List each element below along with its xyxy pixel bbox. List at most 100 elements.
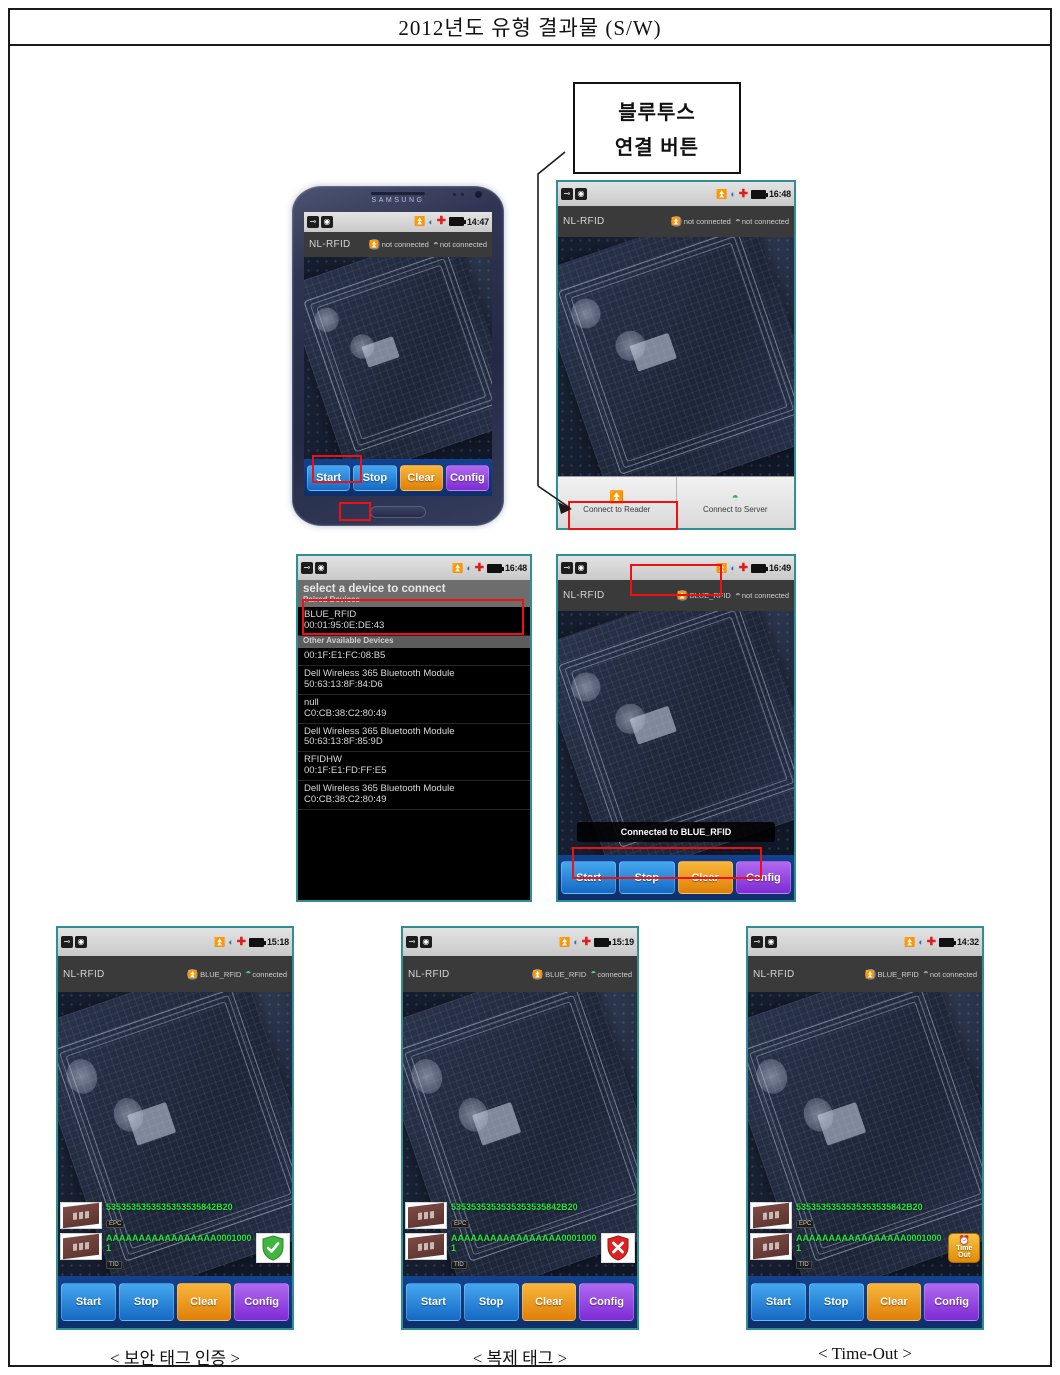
list-item-paired-device[interactable]: BLUE_RFID 00:01:95:0E:DE:43	[298, 607, 530, 636]
app-screen-connected: ⊸ ◉ ⏫ ◐ ✚ 16:49 NL-RFID ⏫ BLUE_RFID ◓ no…	[556, 554, 796, 902]
screenshot-result-secure: ⊸ ◉ ⏫ ◐ ✚ 15:18 NL-RFID ⏫ BLUE_RFID ◓ co…	[56, 926, 294, 1330]
action-button-row: Start Stop Clear Config	[58, 1276, 292, 1328]
app-bar: NL-RFID ⏫ BLUE_RFID ◓ connected	[58, 956, 292, 992]
app-connection-status: ⏫ BLUE_RFID ◓ connected	[187, 968, 287, 980]
wifi-status-badge: ◓ not connected	[735, 216, 789, 227]
callout-line-2: 연결 버튼	[614, 137, 700, 159]
config-button[interactable]: Config	[234, 1282, 289, 1322]
status-bar-clock: 14:32	[956, 937, 979, 947]
phone-screen-main: ⊸ ◉ ⏫ ◐ ✚ 14:47 NL-RFID ⏫ not connected …	[304, 212, 492, 496]
tag-id-type: EPC	[451, 1219, 470, 1228]
device-name: null	[304, 696, 319, 708]
bluetooth-status-badge: ⏫ not connected	[670, 216, 731, 228]
start-button[interactable]: Start	[751, 1282, 806, 1322]
wifi-status-badge: ◓ not connected	[433, 239, 487, 250]
callout-bluetooth-connect-button: 블루투스 연결 버튼	[573, 82, 741, 174]
clear-button[interactable]: Clear	[677, 861, 733, 894]
clear-button[interactable]: Clear	[399, 464, 443, 491]
app-screen-result-timeout: ⊸ ◉ ⏫ ◐ ✚ 14:32 NL-RFID ⏫ BLUE_RFID ◓ no…	[746, 926, 984, 1330]
stop-button[interactable]: Stop	[619, 861, 675, 894]
app-bar: NL-RFID ⏫ not connected ◓ not connected	[304, 231, 492, 258]
usb-icon: ⊸	[561, 188, 573, 201]
config-button[interactable]: Config	[579, 1282, 634, 1322]
action-button-row: Start Stop Clear Config	[304, 459, 492, 496]
menu-item-label: Connect to Reader	[583, 505, 651, 515]
screenshot-icon: ◉	[575, 188, 587, 201]
stop-button[interactable]: Stop	[118, 1282, 174, 1322]
toast-message: Connected to BLUE_RFID	[576, 821, 776, 842]
medical-cross-icon: ✚	[926, 935, 936, 948]
screenshot-result-timeout: ⊸ ◉ ⏫ ◐ ✚ 14:32 NL-RFID ⏫ BLUE_RFID ◓ no…	[746, 926, 984, 1330]
menu-item-connect-to-reader[interactable]: ⏫ Connect to Reader	[558, 477, 677, 528]
status-bar-clock: 16:48	[504, 563, 527, 574]
stop-button[interactable]: Stop	[463, 1282, 519, 1322]
tag-result-list: 5353535353535353535842B20 EPC AAAAAAAAAA…	[748, 1201, 982, 1276]
verification-status	[601, 1232, 635, 1263]
rfid-antenna-coil	[558, 603, 794, 848]
start-button[interactable]: Start	[406, 1282, 461, 1322]
app-bar: NL-RFID ⏫ BLUE_RFID ◓ connected	[403, 956, 637, 992]
list-item[interactable]: Dell Wireless 365 Bluetooth Module 50:63…	[298, 724, 530, 753]
timeout-label-line-2: Out	[958, 1252, 971, 1260]
bluetooth-status-badge: ⏫ BLUE_RFID	[532, 968, 586, 980]
menu-softkey[interactable]	[338, 507, 364, 516]
wifi-status-badge: ◓ connected	[590, 969, 632, 979]
start-button[interactable]: Start	[61, 1282, 116, 1322]
tag-result-text: AAAAAAAAAAAAAAAAA00010001 TID	[106, 1233, 252, 1271]
tag-result-row: 5353535353535353535842B20 EPC	[750, 1201, 980, 1230]
bluetooth-status-label: BLUE_RFID	[689, 591, 731, 601]
caption-result-secure: < 보안 태그 인증 >	[109, 1349, 240, 1368]
tag-thumbnail	[750, 1201, 792, 1229]
bluetooth-status-label: BLUE_RFID	[200, 969, 242, 979]
app-screen-menu: ⊸ ◉ ⏫ ◐ ✚ 16:48 NL-RFID ⏫ not connected …	[556, 180, 796, 530]
tag-thumbnail-image	[63, 1233, 99, 1260]
clear-button[interactable]: Clear	[176, 1282, 232, 1322]
config-button[interactable]: Config	[445, 464, 489, 491]
list-item[interactable]: null C0:CB:38:C2:80:49	[298, 695, 530, 724]
status-bar-left: ⊸ ◉	[561, 562, 587, 575]
usb-icon: ⊸	[301, 562, 313, 575]
device-mac: 00:1F:E1:FD:FF:E5	[304, 765, 387, 777]
stop-button[interactable]: Stop	[353, 464, 397, 491]
tag-result-row: 5353535353535353535842B20 EPC	[60, 1201, 290, 1230]
tag-id: 5353535353535353535842B20	[451, 1201, 578, 1212]
battery-icon	[593, 937, 611, 947]
status-bar-right: ⏫ ◐ ✚ 15:18	[214, 936, 289, 948]
bluetooth-icon: ⏫	[716, 188, 728, 199]
list-item[interactable]: RFIDHW 00:1F:E1:FD:FF:E5	[298, 752, 530, 782]
status-bar-clock: 16:48	[768, 189, 791, 200]
app-bar: NL-RFID ⏫ not connected ◓ not connected	[558, 206, 794, 238]
clear-button[interactable]: Clear	[521, 1282, 577, 1322]
document-body: 블루투스 연결 버튼 SAMSUNG ⊸ ◉ ⏫ ◐ ✚ 14:47 NL-RF…	[10, 46, 1050, 1368]
verification-status	[256, 1232, 290, 1263]
wifi-status-label: not connected	[439, 240, 487, 250]
list-item[interactable]: Dell Wireless 365 Bluetooth Module 50:63…	[298, 666, 530, 695]
status-bar-clock: 15:19	[611, 937, 634, 947]
wifi-status-label: connected	[597, 969, 632, 979]
start-button[interactable]: Start	[561, 861, 617, 894]
callout-line-1: 블루투스	[618, 102, 696, 124]
bluetooth-icon: ⏫	[676, 590, 688, 602]
bluetooth-icon: ⏫	[559, 936, 571, 947]
clear-button[interactable]: Clear	[866, 1282, 922, 1322]
device-mac: C0:CB:38:C2:80:49	[304, 794, 387, 806]
list-item[interactable]: Dell Wireless 365 Bluetooth Module C0:CB…	[298, 781, 530, 811]
menu-item-connect-to-server[interactable]: ◓ Connect to Server	[677, 477, 795, 528]
tag-result-text: 5353535353535353535842B20 EPC	[796, 1202, 980, 1230]
start-button[interactable]: Start	[307, 464, 351, 491]
status-bar: ⊸ ◉ ⏫ ◐ ✚ 16:48	[558, 182, 794, 207]
app-screen-device-chooser: ⊸ ◉ ⏫ ◐ ✚ 16:48 select a device to conne…	[296, 554, 532, 902]
usb-icon: ⊸	[61, 936, 73, 948]
status-bar: ⊸ ◉ ⏫ ◐ ✚ 16:48	[298, 556, 530, 581]
wifi-status-label: connected	[252, 969, 287, 979]
config-button[interactable]: Config	[924, 1282, 979, 1322]
list-item[interactable]: 00:1F:E1:FC:08:B5	[298, 648, 530, 666]
config-button[interactable]: Config	[735, 861, 791, 894]
wifi-status-badge: ◓ not connected	[735, 590, 789, 601]
light-sensor-icon	[453, 193, 456, 196]
tag-result-list: 5353535353535353535842B20 EPC AAAAAAAAAA…	[58, 1201, 292, 1276]
app-connection-status: ⏫ BLUE_RFID ◓ connected	[532, 968, 632, 980]
app-screen-main: ⊸ ◉ ⏫ ◐ ✚ 14:47 NL-RFID ⏫ not connected …	[304, 212, 492, 496]
home-button[interactable]	[370, 506, 426, 518]
stop-button[interactable]: Stop	[808, 1282, 864, 1322]
